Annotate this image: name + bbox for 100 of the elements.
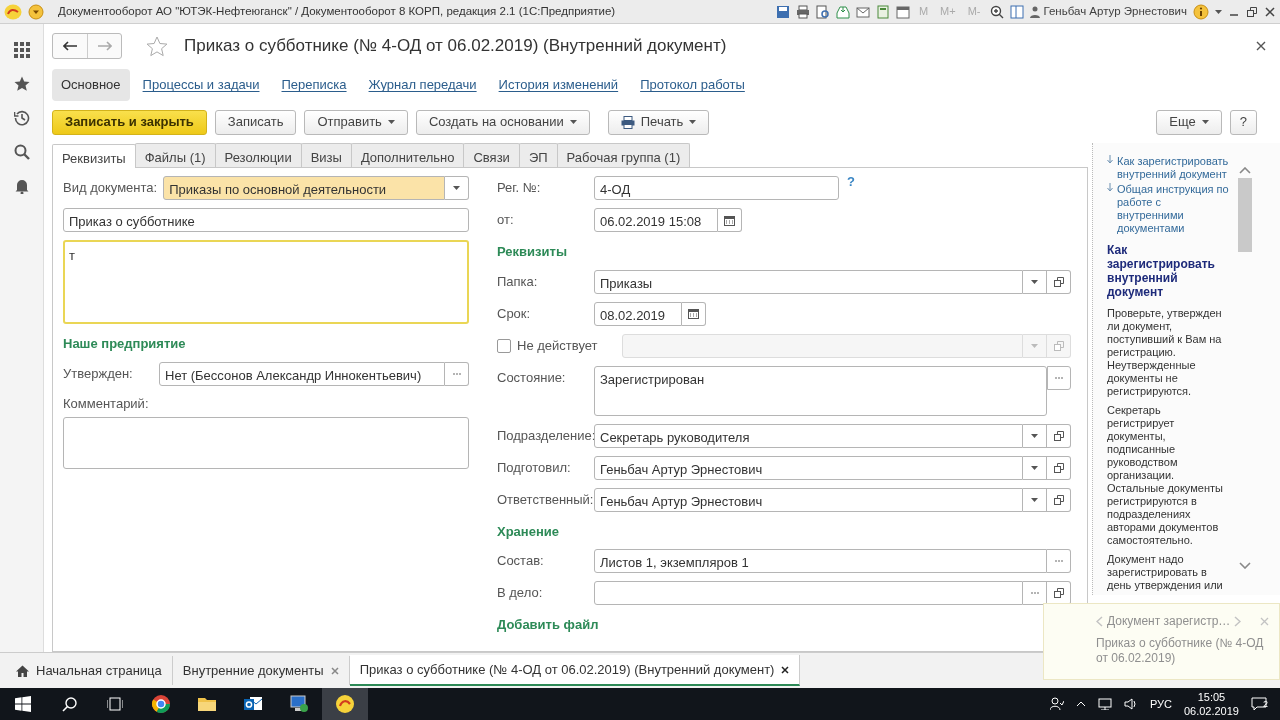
- speaker-icon[interactable]: [1123, 698, 1138, 710]
- reference-field[interactable]: Приказы: [594, 269, 1023, 294]
- text-area[interactable]: Зарегистрирован: [594, 365, 1047, 416]
- panels-icon[interactable]: [1009, 4, 1024, 19]
- reference-field[interactable]: Секретарь руководителя: [594, 423, 1023, 448]
- field-label: Срок:: [497, 304, 532, 323]
- clock-date[interactable]: 06.02.2019: [1183, 704, 1239, 718]
- inbox-icon[interactable]: [835, 4, 850, 19]
- open-button[interactable]: [1047, 455, 1071, 480]
- zoom-icon[interactable]: [989, 4, 1004, 19]
- apps-grid-icon[interactable]: [13, 42, 30, 58]
- dropdown-button[interactable]: [1023, 423, 1047, 448]
- dropdown-button[interactable]: [445, 176, 469, 200]
- arrow-right-icon: [97, 41, 112, 51]
- save-close-button[interactable]: Записать и закрыть: [52, 109, 207, 135]
- help-link[interactable]: Как зарегистрировать внутренний документ: [1117, 155, 1229, 181]
- reference-field[interactable]: Геньбач Артур Эрнестович: [594, 455, 1023, 480]
- main-menu-icon[interactable]: [28, 3, 44, 20]
- date-field[interactable]: 08.02.2019: [594, 301, 682, 326]
- tab[interactable]: Реквизиты: [52, 144, 136, 168]
- help-link[interactable]: Общая инструкция по работе с внутренними документами: [1117, 183, 1229, 235]
- tab[interactable]: ЭП: [518, 143, 558, 167]
- calendar-button[interactable]: [682, 301, 706, 326]
- open-button[interactable]: [1047, 423, 1071, 448]
- menu-button[interactable]: Отправить: [304, 109, 408, 135]
- window-tab[interactable]: Внутренние документы: [172, 655, 350, 686]
- tab[interactable]: Резолюции: [214, 143, 302, 167]
- open-button[interactable]: [1047, 487, 1071, 512]
- tab[interactable]: Дополнительно: [350, 143, 465, 167]
- section-link[interactable]: Журнал передачи: [359, 69, 486, 101]
- notification-text: Приказ о субботнике (№ 4-ОД от 06.02.2019): [1096, 636, 1265, 666]
- help-heading: Как зарегистрировать внутренний документ: [1107, 243, 1216, 299]
- caret-icon[interactable]: [1215, 9, 1222, 14]
- select-field[interactable]: Приказы по основной деятельности: [163, 176, 445, 200]
- calendar-icon[interactable]: [895, 4, 910, 19]
- more-button[interactable]: Еще: [1156, 109, 1222, 135]
- dropdown-button[interactable]: [1023, 269, 1047, 294]
- history-icon[interactable]: [13, 110, 30, 126]
- favorite-star-icon[interactable]: [146, 35, 168, 57]
- help-button[interactable]: ?: [1229, 109, 1257, 135]
- chevron-up-icon[interactable]: [1075, 701, 1086, 707]
- section-heading: Наше предприятие: [63, 335, 187, 353]
- close-icon[interactable]: [1264, 5, 1276, 18]
- taskbar-app[interactable]: [322, 688, 368, 720]
- dropdown-button[interactable]: [1023, 455, 1047, 480]
- people-icon[interactable]: [1049, 697, 1064, 711]
- date-field[interactable]: 06.02.2019 15:08: [594, 208, 718, 232]
- caret-icon: [1031, 433, 1038, 438]
- tab[interactable]: Рабочая группа (1): [556, 143, 691, 167]
- info-icon[interactable]: [1193, 3, 1209, 20]
- calendar-button[interactable]: [718, 208, 742, 232]
- text-area[interactable]: т: [63, 240, 469, 324]
- notification-icon[interactable]: [1251, 697, 1267, 711]
- calendar-icon: [724, 214, 735, 226]
- search-icon[interactable]: [13, 144, 30, 160]
- text-field[interactable]: Приказ о субботнике: [63, 208, 469, 232]
- menu-button[interactable]: Создать на основании: [415, 109, 590, 135]
- section-link[interactable]: Переписка: [272, 69, 356, 101]
- star-icon[interactable]: [13, 76, 30, 92]
- field-label: В дело:: [497, 584, 544, 603]
- ellipsis-icon: [452, 372, 461, 375]
- text-field[interactable]: 4-ОД: [594, 176, 839, 200]
- section-heading: Хранение: [497, 522, 560, 541]
- print-button[interactable]: Печать: [607, 109, 710, 135]
- section-link[interactable]: Основное: [52, 69, 130, 101]
- reference-field[interactable]: [594, 581, 1023, 605]
- comment-field[interactable]: [63, 417, 469, 469]
- clock-time[interactable]: 15:05: [1197, 690, 1226, 704]
- language-indicator[interactable]: РУС: [1149, 695, 1172, 713]
- user-name[interactable]: Геньбач Артур Эрнестович: [1043, 2, 1187, 21]
- reference-field[interactable]: Геньбач Артур Эрнестович: [594, 487, 1023, 512]
- network-icon[interactable]: [1097, 698, 1112, 710]
- print-icon[interactable]: [795, 4, 810, 19]
- tab[interactable]: Файлы (1): [134, 143, 216, 167]
- envelope-icon[interactable]: [855, 4, 870, 19]
- dropdown-button[interactable]: [1023, 487, 1047, 512]
- section-link[interactable]: Протокол работы: [631, 69, 754, 101]
- close-icon[interactable]: [781, 665, 790, 674]
- tab[interactable]: Связи: [463, 143, 520, 167]
- tab[interactable]: Визы: [300, 143, 352, 167]
- window-tab[interactable]: Приказ о субботнике (№ 4-ОД от 06.02.2019) (Внутренний документ): [349, 654, 801, 687]
- bell-icon[interactable]: [13, 178, 30, 194]
- save-icon[interactable]: [775, 4, 790, 19]
- open-button[interactable]: [1047, 269, 1071, 294]
- restore-icon[interactable]: [1246, 5, 1258, 18]
- save-button[interactable]: Записать: [214, 109, 297, 135]
- open-button[interactable]: [1047, 581, 1071, 605]
- help-hint[interactable]: ?: [847, 172, 855, 192]
- choice-field[interactable]: Листов 1, экземпляров 1: [594, 549, 1047, 573]
- user-icon: [1029, 5, 1040, 18]
- field-label: Утвержден:: [63, 364, 134, 383]
- calculator-icon[interactable]: [875, 4, 890, 19]
- section-link[interactable]: Процессы и задачи: [133, 69, 269, 101]
- window-tab[interactable]: Начальная страница: [6, 655, 173, 686]
- section-link[interactable]: История изменений: [489, 69, 628, 101]
- preview-icon[interactable]: [815, 4, 830, 19]
- field-label: Рег. №:: [497, 179, 542, 198]
- choice-field[interactable]: Нет (Бессонов Александр Иннокентьевич): [159, 361, 445, 386]
- scrollbar-thumb[interactable]: [1238, 178, 1252, 252]
- close-icon[interactable]: [1256, 41, 1266, 51]
